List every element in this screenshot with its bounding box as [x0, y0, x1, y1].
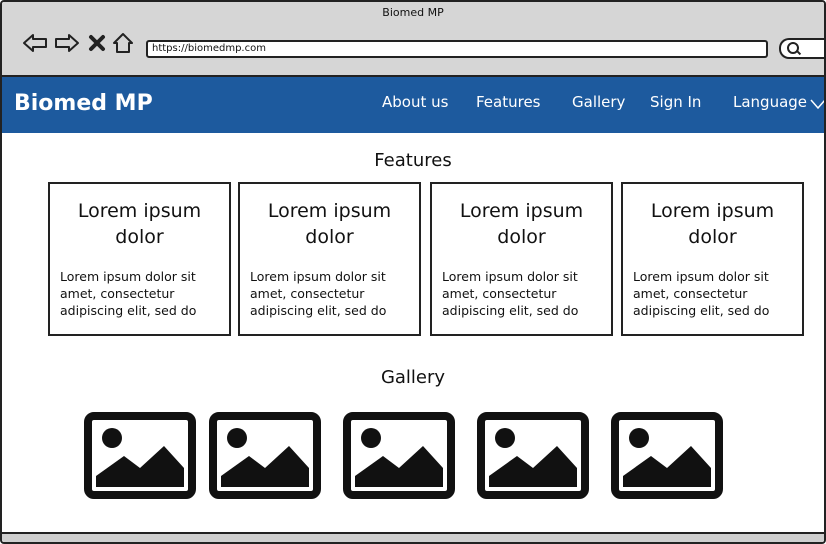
browser-chrome: Biomed MP https://biomedmp.com — [2, 2, 824, 77]
status-bar — [2, 532, 824, 542]
feature-card: Lorem ipsum dolor Lorem ipsum dolor sit … — [48, 182, 231, 336]
close-icon[interactable] — [88, 28, 106, 58]
image-placeholder-icon[interactable] — [477, 412, 589, 499]
back-arrow-icon[interactable] — [22, 28, 48, 58]
image-placeholder-icon[interactable] — [84, 412, 196, 499]
feature-card-title: Lorem ipsum dolor — [267, 200, 392, 248]
feature-card-title: Lorem ipsum dolor — [459, 200, 584, 248]
feature-card: Lorem ipsum dolor Lorem ipsum dolor sit … — [430, 182, 613, 336]
forward-arrow-icon[interactable] — [54, 28, 80, 58]
feature-card-text: Lorem ipsum dolor sit amet, consectetur … — [633, 269, 770, 318]
feature-card-text: Lorem ipsum dolor sit amet, consectetur … — [250, 269, 387, 318]
browser-search-field[interactable] — [779, 38, 824, 59]
nav-features[interactable]: Features — [476, 93, 541, 111]
site-logo[interactable]: Biomed MP — [14, 91, 153, 116]
image-placeholder-icon[interactable] — [209, 412, 321, 499]
feature-card-title: Lorem ipsum dolor — [650, 200, 775, 248]
site-header: Biomed MP About us Features Gallery Sign… — [2, 77, 824, 133]
feature-card: Lorem ipsum dolor Lorem ipsum dolor sit … — [621, 182, 804, 336]
search-icon — [787, 42, 799, 54]
feature-card-text: Lorem ipsum dolor sit amet, consectetur … — [442, 269, 579, 318]
nav-sign-in[interactable]: Sign In — [650, 93, 701, 111]
browser-window: Biomed MP https://biomedmp.com Biomed MP… — [0, 0, 826, 544]
address-bar[interactable]: https://biomedmp.com — [146, 40, 768, 58]
image-placeholder-icon[interactable] — [343, 412, 455, 499]
feature-card-title: Lorem ipsum dolor — [77, 200, 202, 248]
nav-gallery[interactable]: Gallery — [572, 93, 625, 111]
feature-card-text: Lorem ipsum dolor sit amet, consectetur … — [60, 269, 197, 318]
chevron-down-icon[interactable] — [810, 95, 824, 114]
gallery-heading: Gallery — [380, 367, 446, 388]
nav-language[interactable]: Language — [733, 93, 807, 111]
window-title: Biomed MP — [382, 6, 444, 19]
features-heading: Features — [374, 150, 452, 171]
nav-about-us[interactable]: About us — [382, 93, 448, 111]
image-placeholder-icon[interactable] — [611, 412, 723, 499]
feature-card: Lorem ipsum dolor Lorem ipsum dolor sit … — [238, 182, 421, 336]
home-icon[interactable] — [112, 28, 134, 58]
